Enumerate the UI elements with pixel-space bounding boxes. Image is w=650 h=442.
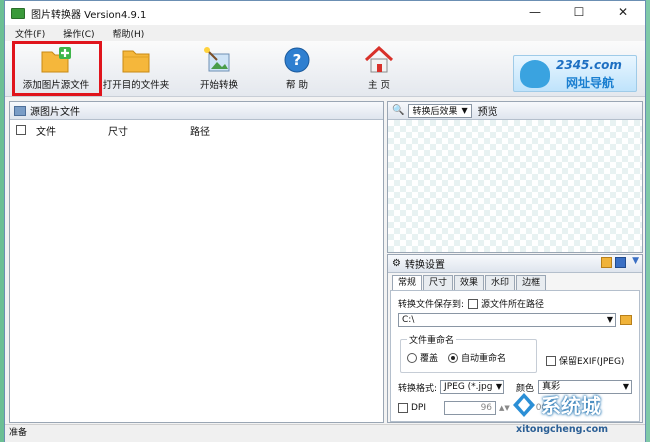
home-icon [364, 46, 394, 73]
watermark-text: 系统城 [541, 394, 601, 418]
open-dest-button[interactable]: 打开目的文件夹 [101, 44, 171, 96]
home-label: 主 页 [367, 80, 391, 91]
tab-watermark[interactable]: 水印 [485, 275, 516, 290]
open-settings-icon[interactable] [601, 257, 612, 268]
chevron-down-icon: ▼ [461, 106, 468, 115]
dpi-label: DPI [411, 403, 427, 413]
app-window: 图片转换器 Version4.9.1 — ☐ ✕ 文件(F) 操作(C) 帮助(… [4, 0, 646, 442]
window-title: 图片转换器 Version4.9.1 [31, 9, 147, 21]
image-icon [14, 105, 26, 116]
site-watermark: 系统城 xitongcheng.com [511, 388, 647, 440]
brand-banner[interactable]: 2345.com 网址导航 [513, 55, 637, 92]
file-list-header: 文件 尺寸 路径 [10, 122, 383, 138]
gear-icon: ⚙ [392, 258, 401, 269]
brand-domain: 2345.com [556, 58, 622, 72]
svg-text:?: ? [293, 51, 302, 69]
help-button[interactable]: ? 帮 助 [275, 44, 319, 96]
keep-exif-label: 保留EXIF(JPEG) [559, 357, 625, 367]
folder-icon [122, 50, 150, 73]
open-dest-label: 打开目的文件夹 [102, 80, 170, 91]
column-file[interactable]: 文件 [36, 123, 108, 138]
dpi-value: 96 [480, 403, 493, 413]
save-to-label: 转换文件保存到: [398, 300, 465, 310]
app-icon [11, 7, 25, 19]
chevron-down-icon: ▼ [606, 315, 613, 324]
chevron-down-icon: ▼ [495, 382, 503, 391]
select-all-checkbox[interactable] [16, 125, 26, 135]
source-panel-title: 源图片文件 [30, 107, 80, 118]
format-value: JPEG (*.jpg [444, 382, 493, 392]
overwrite-radio[interactable] [407, 352, 417, 363]
save-settings-icon[interactable] [615, 257, 626, 268]
source-panel-header: 源图片文件 [10, 102, 383, 120]
auto-rename-label: 自动重命名 [461, 354, 507, 364]
source-files-panel: 源图片文件 文件 尺寸 路径 [9, 101, 384, 423]
start-convert-button[interactable]: 开始转换 [191, 44, 247, 96]
highlight-box [12, 41, 102, 96]
preview-canvas [388, 120, 642, 252]
close-button[interactable]: ✕ [601, 1, 645, 25]
settings-panel-header: ⚙ 转换设置 ▼ [388, 255, 642, 273]
preview-mode-value: 转换后效果 [412, 107, 458, 117]
settings-title: 转换设置 [404, 260, 445, 271]
start-convert-label: 开始转换 [199, 80, 238, 91]
dpi-field[interactable]: 96 [444, 401, 497, 415]
column-path[interactable]: 路径 [190, 123, 210, 138]
tab-border[interactable]: 边框 [516, 275, 547, 290]
preview-mode-dropdown[interactable]: 转换后效果 ▼ [408, 103, 472, 118]
menu-help[interactable]: 帮助(H) [113, 27, 145, 40]
browse-folder-icon[interactable] [620, 315, 632, 325]
minimize-button[interactable]: — [513, 1, 557, 25]
tab-general[interactable]: 常规 [392, 275, 423, 291]
watermark-logo-icon [513, 393, 535, 417]
preview-panel: 🔍 转换后效果 ▼ 预览 [387, 101, 643, 253]
overwrite-label: 覆盖 [420, 354, 439, 364]
preview-panel-header: 🔍 转换后效果 ▼ 预览 [388, 102, 642, 120]
help-label: 帮 助 [285, 80, 309, 91]
title-bar: 图片转换器 Version4.9.1 — ☐ ✕ [5, 1, 645, 25]
status-text: 准备 [9, 428, 28, 438]
menu-operate[interactable]: 操作(C) [63, 27, 94, 40]
magnifier-icon: 🔍 [392, 105, 405, 116]
dpi-spinner-icon[interactable]: ▲▼ [499, 404, 510, 412]
maximize-button[interactable]: ☐ [557, 1, 601, 25]
format-dropdown[interactable]: JPEG (*.jpg ▼ [440, 380, 505, 394]
rename-label: 文件重命名 [409, 336, 455, 346]
octopus-logo-icon [520, 60, 550, 88]
help-icon: ? [284, 47, 310, 73]
settings-tabs: 常规 尺寸 效果 水印 边框 [392, 275, 547, 291]
keep-exif-checkbox[interactable] [546, 355, 556, 366]
source-path-label: 源文件所在路径 [481, 300, 545, 310]
preview-label: 预览 [477, 107, 498, 118]
tab-size[interactable]: 尺寸 [423, 275, 454, 290]
collapse-icon[interactable]: ▼ [632, 256, 639, 266]
format-label: 转换格式: [398, 383, 438, 394]
dpi-checkbox[interactable] [398, 403, 408, 413]
output-path-value: C:\ [402, 315, 415, 325]
watermark-url: xitongcheng.com [516, 424, 609, 435]
tab-effect[interactable]: 效果 [454, 275, 485, 290]
brand-name: 网址导航 [566, 76, 615, 90]
home-button[interactable]: 主 页 [357, 44, 401, 96]
menu-bar: 文件(F) 操作(C) 帮助(H) [5, 25, 645, 41]
column-size[interactable]: 尺寸 [108, 123, 190, 138]
source-path-checkbox[interactable] [468, 298, 479, 309]
output-path-field[interactable]: C:\ ▼ [398, 313, 616, 327]
auto-rename-radio[interactable] [448, 352, 459, 363]
magic-wand-icon [204, 47, 230, 72]
menu-file[interactable]: 文件(F) [15, 27, 45, 40]
